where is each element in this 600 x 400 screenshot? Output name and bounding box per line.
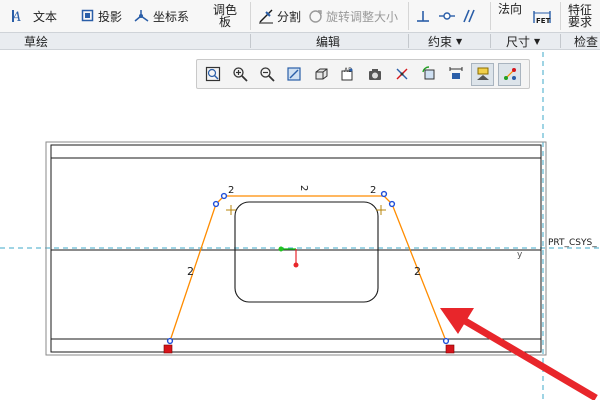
- equal-constraint-glyph: 2: [298, 185, 309, 191]
- equal-length-constraint-glyph: 2: [187, 265, 194, 278]
- rounded-cutout: [234, 201, 379, 303]
- saved-views-icon: AB: [340, 66, 356, 82]
- sketch-view-button[interactable]: [471, 62, 494, 86]
- vertex-point[interactable]: [220, 192, 228, 200]
- annotation-display-button[interactable]: [444, 63, 467, 86]
- y-axis-tick-glyph: y: [517, 250, 523, 260]
- repaint-icon: [286, 66, 302, 82]
- tangent-constraint-glyph: 2: [370, 185, 376, 196]
- zoom-out-icon: [259, 66, 275, 82]
- origin-point[interactable]: [278, 246, 284, 252]
- origin-y-marker: [293, 262, 299, 268]
- vertex-point[interactable]: [212, 200, 220, 208]
- tangent-constraint-glyph: 2: [228, 185, 234, 196]
- graphics-toolbar: AB: [196, 59, 530, 89]
- vertex-point[interactable]: [166, 337, 174, 345]
- sketch-vertices[interactable]: [166, 190, 450, 345]
- repaint-button[interactable]: [282, 63, 305, 86]
- datum-display-button[interactable]: [390, 63, 413, 86]
- saved-views-button[interactable]: AB: [336, 63, 359, 86]
- annotation-display-icon: [448, 66, 464, 82]
- view-manager-button[interactable]: [363, 63, 386, 86]
- vertex-point[interactable]: [442, 337, 450, 345]
- csys-label: PRT_CSYS_: [548, 238, 597, 248]
- spin-center-icon: [421, 66, 437, 82]
- sketch-view-icon: [475, 66, 491, 82]
- fixed-end-marker[interactable]: [163, 344, 173, 354]
- red-arrow-annotation: [440, 308, 598, 400]
- display-style-icon: [313, 66, 329, 82]
- vertex-point[interactable]: [380, 190, 388, 198]
- arc-center-marker: [226, 205, 236, 215]
- view-manager-icon: [367, 66, 383, 82]
- fixed-end-marker[interactable]: [445, 344, 455, 354]
- sketch-display-button[interactable]: [498, 62, 521, 86]
- refit-button[interactable]: [201, 63, 224, 86]
- datum-display-icon: [394, 66, 410, 82]
- equal-length-constraint-glyph: 2: [414, 265, 421, 278]
- zoom-in-button[interactable]: [228, 63, 251, 86]
- zoom-in-icon: [232, 66, 248, 82]
- sketch-display-icon: [502, 66, 518, 82]
- zoom-out-button[interactable]: [255, 63, 278, 86]
- sketch-profile[interactable]: [169, 195, 447, 342]
- display-style-button[interactable]: [309, 63, 332, 86]
- refit-icon: [205, 66, 221, 82]
- spin-center-button[interactable]: [417, 63, 440, 86]
- vertex-point[interactable]: [388, 200, 396, 208]
